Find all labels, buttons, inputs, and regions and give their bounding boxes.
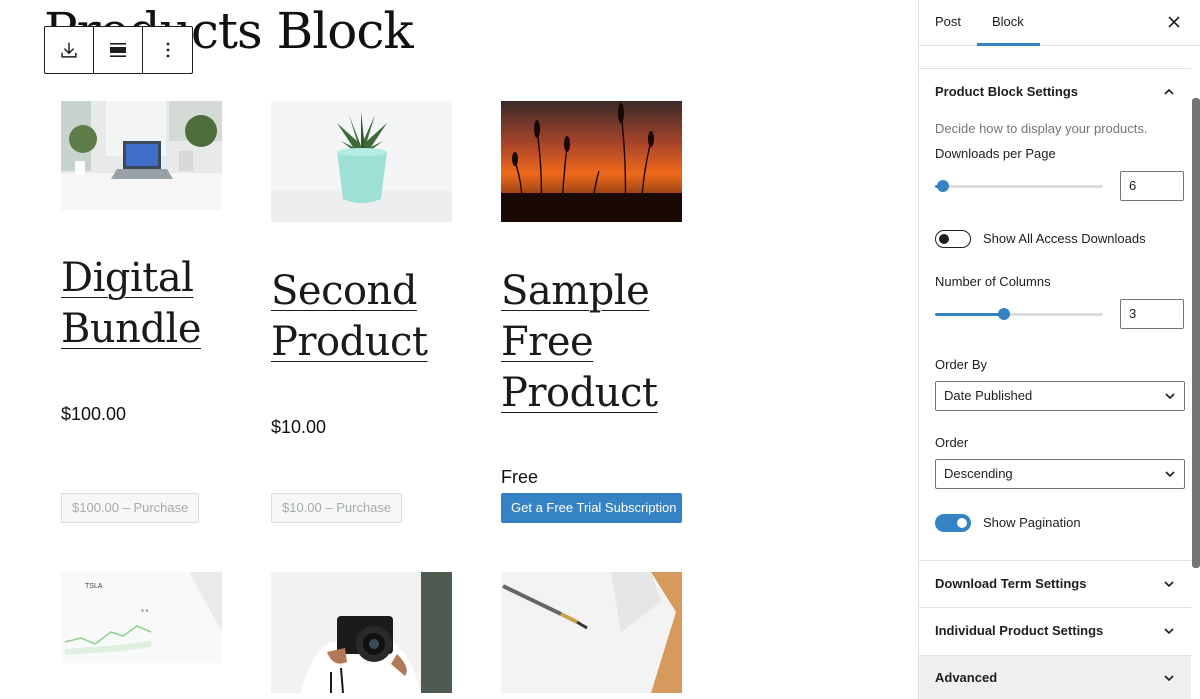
product-title-link-3b[interactable]: Free (501, 319, 594, 365)
chevron-up-icon (1164, 88, 1174, 95)
order-label: Order (935, 435, 969, 450)
product-image-sunset[interactable] (501, 101, 682, 222)
product-title-link-2[interactable]: Second (271, 268, 417, 314)
product-title-link-3c[interactable]: Product (501, 370, 658, 416)
product-title-3: Sample Free Product (501, 266, 658, 419)
number-of-columns-label: Number of Columns (935, 274, 1051, 289)
product-image-pen[interactable] (501, 572, 682, 693)
free-trial-button[interactable]: Get a Free Trial Subscription (501, 493, 682, 523)
order-value: Descending (944, 466, 1013, 481)
product-title-link-1[interactable]: Digital (61, 255, 194, 301)
product-image-succulent[interactable] (271, 101, 452, 222)
product-title-link-1b[interactable]: Bundle (61, 306, 202, 352)
product-price-2: $10.00 (271, 417, 327, 437)
tab-post[interactable]: Post (935, 0, 961, 46)
panel-product-block-settings[interactable]: Product Block Settings (919, 68, 1191, 114)
close-icon (1168, 16, 1180, 28)
downloads-per-page-label: Downloads per Page (935, 146, 1056, 161)
panel-title: Individual Product Settings (935, 623, 1104, 638)
panel-help-text: Decide how to display your products. (935, 121, 1148, 136)
block-toolbar (44, 26, 193, 74)
purchase-button-1[interactable]: $100.00 – Purchase (61, 493, 200, 523)
svg-text:● ●: ● ● (141, 608, 148, 614)
order-select[interactable]: Descending (935, 459, 1185, 489)
sidebar-scrollbar[interactable] (1192, 98, 1200, 568)
panel-title: Download Term Settings (935, 576, 1087, 591)
product-title-link-3[interactable]: Sample (501, 268, 650, 314)
more-options-button[interactable] (143, 27, 192, 73)
product-title-link-2b[interactable]: Product (271, 319, 428, 365)
tab-block[interactable]: Block (977, 0, 1040, 46)
number-of-columns-slider[interactable] (935, 306, 1103, 322)
show-all-access-toggle[interactable] (935, 230, 971, 248)
product-title-2: Second Product (271, 266, 428, 368)
order-by-select[interactable]: Date Published (935, 381, 1185, 411)
chevron-down-icon (1164, 674, 1174, 681)
product-price-1: $100.00 (61, 404, 127, 424)
show-pagination-toggle[interactable] (935, 514, 971, 532)
show-all-access-label: Show All Access Downloads (983, 231, 1146, 246)
chevron-down-icon (1165, 393, 1175, 400)
product-image-desk[interactable] (61, 101, 222, 210)
chevron-down-icon (1165, 471, 1175, 478)
number-of-columns-input[interactable]: 3 (1120, 299, 1184, 329)
panel-advanced[interactable]: Advanced (919, 655, 1191, 699)
panel-title: Advanced (935, 670, 998, 685)
panel-download-term-settings[interactable]: Download Term Settings (919, 560, 1191, 606)
sidebar-tabs: Post Block (919, 0, 1200, 46)
chevron-down-icon (1164, 580, 1174, 587)
panel-individual-product-settings[interactable]: Individual Product Settings (919, 607, 1191, 653)
product-image-tablet-chart[interactable]: TSLA ● ● (61, 572, 222, 663)
svg-text:TSLA: TSLA (85, 583, 103, 590)
download-icon (61, 42, 77, 58)
purchase-button-2[interactable]: $10.00 – Purchase (271, 493, 403, 523)
downloads-per-page-slider[interactable] (935, 178, 1103, 194)
show-pagination-label: Show Pagination (983, 515, 1081, 530)
more-options-icon (166, 42, 169, 58)
product-image-camera[interactable] (271, 572, 452, 693)
align-icon (110, 43, 126, 57)
downloads-per-page-input[interactable]: 6 (1120, 171, 1184, 201)
close-sidebar-button[interactable] (1164, 12, 1184, 32)
editor-canvas: Products Block Digital Bundle $100.00 $1… (0, 0, 918, 699)
order-by-value: Date Published (944, 388, 1033, 403)
panel-title: Product Block Settings (935, 84, 1079, 99)
download-block-button[interactable] (45, 27, 94, 73)
order-by-label: Order By (935, 357, 988, 372)
product-title-1: Digital Bundle (61, 253, 202, 355)
settings-sidebar: Post Block Product Block Settings Decide… (918, 0, 1200, 699)
align-button[interactable] (94, 27, 143, 73)
product-price-3: Free (501, 467, 539, 487)
chevron-down-icon (1164, 627, 1174, 634)
